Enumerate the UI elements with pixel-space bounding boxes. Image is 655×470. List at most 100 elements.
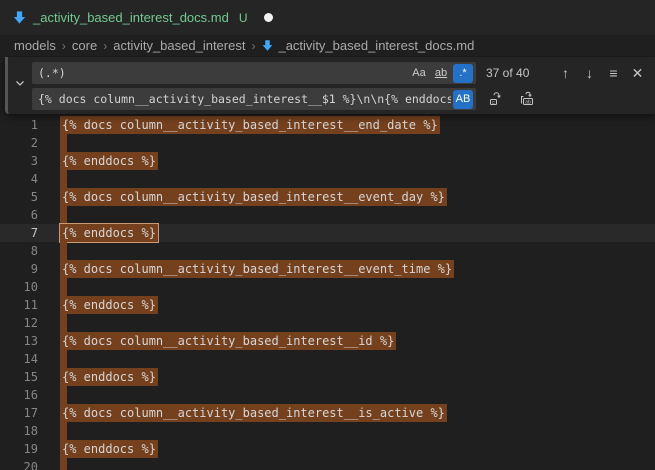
breadcrumb-item-activity-based-interest[interactable]: activity_based_interest bbox=[113, 38, 245, 53]
code-line[interactable]: 5 {% docs column__activity_based_interest… bbox=[0, 188, 655, 206]
empty-line-match-highlight[interactable] bbox=[60, 278, 67, 296]
modified-dot-icon[interactable] bbox=[264, 13, 273, 22]
replace-icon: c bbox=[488, 91, 504, 107]
line-number: 9 bbox=[0, 260, 38, 278]
whole-word-button[interactable]: ab bbox=[431, 64, 451, 83]
code-text[interactable]: {% enddocs %} bbox=[60, 296, 158, 314]
arrow-down-icon: ↓ bbox=[586, 65, 593, 81]
code-line[interactable]: 3 {% enddocs %} bbox=[0, 152, 655, 170]
code-line[interactable]: 2 bbox=[0, 134, 655, 152]
line-number: 15 bbox=[0, 368, 38, 386]
chevron-right-icon: › bbox=[103, 39, 107, 53]
code-line[interactable]: 6 bbox=[0, 206, 655, 224]
line-number: 12 bbox=[0, 314, 38, 332]
code-line[interactable]: 10 bbox=[0, 278, 655, 296]
git-status-badge: U bbox=[239, 11, 248, 25]
match-case-button[interactable]: Aa bbox=[409, 64, 429, 83]
tab-bar: _activity_based_interest_docs.md U bbox=[0, 0, 655, 35]
replace-all-icon: ab bbox=[519, 91, 535, 107]
code-text[interactable]: {% docs column__activity_based_interest_… bbox=[60, 332, 396, 350]
arrow-up-icon: ↑ bbox=[562, 65, 569, 81]
code-line[interactable]: 12 bbox=[0, 314, 655, 332]
code-line[interactable]: 19{% enddocs %} bbox=[0, 440, 655, 458]
line-number: 1 bbox=[0, 116, 38, 134]
markdown-icon bbox=[12, 10, 27, 25]
code-text[interactable]: {% enddocs %} bbox=[60, 152, 158, 170]
line-number: 2 bbox=[0, 134, 38, 152]
code-text[interactable]: {% docs column__activity_based_interest_… bbox=[60, 188, 447, 206]
line-number: 17 bbox=[0, 404, 38, 422]
line-number: 5 bbox=[0, 188, 38, 206]
empty-line-match-highlight[interactable] bbox=[60, 458, 67, 470]
line-number: 13 bbox=[0, 332, 38, 350]
preserve-case-button[interactable]: AB bbox=[453, 90, 473, 109]
line-number: 14 bbox=[0, 350, 38, 368]
empty-line-match-highlight[interactable] bbox=[60, 170, 67, 188]
code-line[interactable]: 1 {% docs column__activity_based_interest… bbox=[0, 116, 655, 134]
find-row: Aa ab .* 37 of 40 ↑ ↓ ≡ ✕ bbox=[32, 62, 651, 84]
tab-title: _activity_based_interest_docs.md bbox=[33, 10, 229, 25]
code-line[interactable]: 16 bbox=[0, 386, 655, 404]
empty-line-match-highlight[interactable] bbox=[60, 206, 67, 224]
code-text[interactable]: {% docs column__activity_based_interest_… bbox=[60, 260, 454, 278]
code-line[interactable]: 13 {% docs column__activity_based_interes… bbox=[0, 332, 655, 350]
breadcrumb-file-label: _activity_based_interest_docs.md bbox=[278, 38, 474, 53]
find-input[interactable] bbox=[32, 66, 407, 80]
breadcrumb-item-core[interactable]: core bbox=[72, 38, 97, 53]
breadcrumb: models › core › activity_based_interest … bbox=[0, 35, 655, 56]
line-number: 10 bbox=[0, 278, 38, 296]
code-text[interactable]: {% enddocs %} bbox=[60, 368, 158, 386]
line-number: 3 bbox=[0, 152, 38, 170]
breadcrumb-item-file[interactable]: _activity_based_interest_docs.md bbox=[261, 38, 474, 53]
chevron-down-icon bbox=[13, 76, 27, 95]
selection-lines-icon: ≡ bbox=[609, 65, 617, 81]
find-in-selection-button[interactable]: ≡ bbox=[603, 63, 624, 84]
code-lines: 1 {% docs column__activity_based_interest… bbox=[0, 116, 655, 470]
line-number: 8 bbox=[0, 242, 38, 260]
code-line[interactable]: 9 {% docs column__activity_based_interest… bbox=[0, 260, 655, 278]
find-input-box: Aa ab .* bbox=[32, 62, 476, 84]
current-match-text[interactable]: {% enddocs %} bbox=[60, 224, 158, 242]
svg-text:ab: ab bbox=[525, 99, 531, 105]
code-line[interactable]: 17 {% docs column__activity_based_interes… bbox=[0, 404, 655, 422]
line-number: 4 bbox=[0, 170, 38, 188]
line-number: 16 bbox=[0, 386, 38, 404]
next-match-button[interactable]: ↓ bbox=[579, 63, 600, 84]
code-line[interactable]: 18 bbox=[0, 422, 655, 440]
toggle-replace-button[interactable] bbox=[8, 57, 32, 114]
code-line[interactable]: 14 bbox=[0, 350, 655, 368]
line-number: 11 bbox=[0, 296, 38, 314]
empty-line-match-highlight[interactable] bbox=[60, 350, 67, 368]
empty-line-match-highlight[interactable] bbox=[60, 422, 67, 440]
code-line[interactable]: 11 {% enddocs %} bbox=[0, 296, 655, 314]
line-number: 20 bbox=[0, 458, 38, 470]
find-results-count: 37 of 40 bbox=[486, 66, 544, 80]
code-text[interactable]: {% enddocs %} bbox=[60, 440, 158, 458]
code-line[interactable]: 7 {% enddocs %} bbox=[0, 224, 655, 242]
code-line[interactable]: 20 bbox=[0, 458, 655, 470]
line-number: 7 bbox=[0, 224, 38, 242]
editor-tab[interactable]: _activity_based_interest_docs.md U bbox=[0, 0, 285, 35]
replace-row: AB c bbox=[32, 88, 651, 110]
line-number: 6 bbox=[0, 206, 38, 224]
empty-line-match-highlight[interactable] bbox=[60, 314, 67, 332]
replace-button[interactable]: c bbox=[485, 88, 507, 110]
empty-line-match-highlight[interactable] bbox=[60, 386, 67, 404]
regex-button[interactable]: .* bbox=[453, 64, 473, 83]
code-line[interactable]: 15 {% enddocs %} bbox=[0, 368, 655, 386]
chevron-right-icon: › bbox=[251, 39, 255, 53]
code-line[interactable]: 8 bbox=[0, 242, 655, 260]
close-find-button[interactable]: ✕ bbox=[627, 63, 648, 84]
code-line[interactable]: 4 bbox=[0, 170, 655, 188]
code-text[interactable]: {% docs column__activity_based_interest_… bbox=[60, 116, 440, 134]
code-text[interactable]: {% docs column__activity_based_interest_… bbox=[60, 404, 447, 422]
empty-line-match-highlight[interactable] bbox=[60, 134, 67, 152]
previous-match-button[interactable]: ↑ bbox=[555, 63, 576, 84]
breadcrumb-item-models[interactable]: models bbox=[14, 38, 56, 53]
find-widget: Aa ab .* 37 of 40 ↑ ↓ ≡ ✕ AB bbox=[5, 57, 655, 114]
empty-line-match-highlight[interactable] bbox=[60, 242, 67, 260]
replace-all-button[interactable]: ab bbox=[516, 88, 538, 110]
editor[interactable]: 1 {% docs column__activity_based_interest… bbox=[0, 56, 655, 470]
replace-input[interactable] bbox=[32, 92, 451, 106]
markdown-icon bbox=[261, 39, 274, 52]
